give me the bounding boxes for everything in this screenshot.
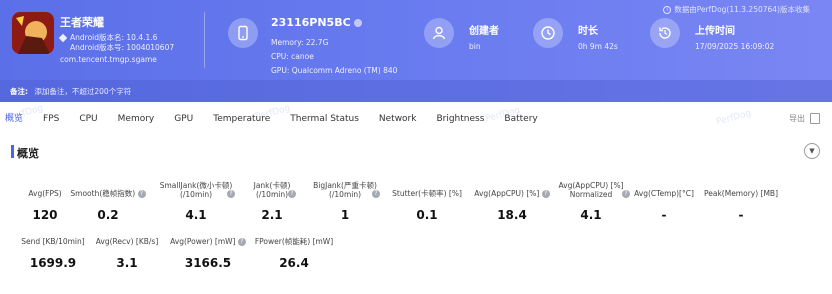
metric-avg-app-cpu-normalized: Avg(AppCPU) [%] Normalized ? 4.1 [552,181,630,225]
metric-avg-fps: Avg(FPS) 120 [20,189,70,225]
metric-avg-ctemp: Avg(CTemp)[°C] - [632,189,696,225]
help-icon[interactable]: ? [622,190,630,198]
tab-memory[interactable]: Memory [108,108,165,130]
metric-value: 3166.5 [184,256,232,270]
help-icon[interactable]: ? [227,190,235,198]
metric-label: Smooth(稳帧指数) [70,189,136,198]
phone-icon [228,18,258,48]
metric-label: Send [KB/10min] [21,237,85,246]
tab-temperature[interactable]: Temperature [203,108,280,130]
metric-fpower: FPower(帧能耗) [mW] 26.4 [254,237,334,273]
metric-label: Peak(Memory) [MB] [703,189,778,198]
collector-text: 数据由PerfDog(11.3.250764)版本收集 [674,5,810,14]
metric-value: 1699.9 [29,256,77,270]
metric-value: 1 [340,208,350,222]
app-package: com.tencent.tmgp.sgame [60,55,157,64]
edit-icon[interactable] [353,18,362,27]
metric-label: Avg(AppCPU) [%] Normalized [558,181,624,199]
metric-smooth: Smooth(稳帧指数) ? 0.2 [68,189,148,225]
metric-value: 2.1 [261,208,283,222]
help-icon[interactable]: ? [137,190,146,198]
tab-cpu[interactable]: CPU [69,108,107,130]
tab-bar: 概览 FPS CPU Memory GPU Temperature Therma… [0,108,832,130]
metric-avg-app-cpu: Avg(AppCPU) [%] ? 18.4 [470,189,554,225]
metric-value: 0.1 [416,208,438,222]
note-input[interactable]: 添加备注，不超过200个字符 [34,87,131,96]
metric-label: Avg(Power) [mW] [170,237,236,246]
metric-peak-memory: Peak(Memory) [MB] - [702,189,780,225]
user-icon [424,18,454,48]
chevron-down-icon: ▼ [809,147,815,155]
duration-value: 0h 9m 42s [578,42,618,51]
metric-avg-power: Avg(Power) [mW] ? 3166.5 [168,237,248,273]
metric-value: 4.1 [185,208,207,222]
collector-info: i 数据由PerfDog(11.3.250764)版本收集 [663,4,810,15]
device-gpu: GPU: Qualcomm Adreno (TM) 840 [271,66,398,75]
metric-value: - [661,208,667,222]
header-divider [204,12,205,68]
metric-value: 26.4 [279,256,309,270]
upload-title: 上传时间 [695,26,735,37]
metric-label: Stutter(卡顿率) [%] [392,189,462,198]
android-version-code: Android版本号: 1004010607 [70,43,175,52]
note-label: 备注: [10,87,28,96]
metric-value: - [738,208,744,222]
metric-stutter: Stutter(卡顿率) [%] 0.1 [389,189,465,225]
metric-label: Avg(FPS) [28,189,62,198]
device-memory: Memory: 22.7G [271,38,329,47]
history-icon [650,18,680,48]
tab-battery[interactable]: Battery [494,108,547,130]
tab-thermal-status[interactable]: Thermal Status [280,108,369,130]
help-icon[interactable]: ? [288,190,296,198]
tab-gpu[interactable]: GPU [164,108,203,130]
metric-label: FPower(帧能耗) [mW] [254,237,334,246]
metric-value: 0.2 [97,208,119,222]
metric-value: 18.4 [497,208,527,222]
metric-label: Avg(CTemp)[°C] [634,189,694,198]
metric-value: 120 [32,208,58,222]
metric-send: Send [KB/10min] 1699.9 [20,237,86,273]
collapse-button[interactable]: ▼ [804,143,820,159]
info-icon: i [663,5,672,14]
metric-big-jank: BigJank(严重卡顿) (/10min) ? 1 [305,181,385,225]
export-label: 导出 [789,114,805,123]
note-bar[interactable]: 备注: 添加备注，不超过200个字符 [0,80,832,102]
tab-network[interactable]: Network [369,108,427,130]
section-title: 概览 [17,147,39,160]
app-name: 王者荣耀 [60,16,104,29]
metric-value: 4.1 [580,208,602,222]
clock-icon [533,18,563,48]
report-header: i 数据由PerfDog(11.3.250764)版本收集 王者荣耀 Andro… [0,0,832,102]
metric-small-jank: SmallJank(微小卡顿) (/10min) ? 4.1 [150,181,242,225]
tab-brightness[interactable]: Brightness [426,108,494,130]
metric-label: Avg(AppCPU) [%] [474,189,540,198]
help-icon[interactable]: ? [541,190,550,198]
creator-title: 创建者 [469,26,499,37]
android-icon [58,33,68,43]
device-cpu: CPU: canoe [271,52,314,61]
metric-label: Avg(Recv) [KB/s] [95,237,159,246]
export-button[interactable]: 导出 [789,113,820,124]
creator-value: bin [469,42,481,51]
tab-fps[interactable]: FPS [33,108,69,130]
help-icon[interactable]: ? [372,190,380,198]
metric-avg-recv: Avg(Recv) [KB/s] 3.1 [94,237,160,273]
upload-value: 17/09/2025 16:09:02 [695,42,775,51]
device-name: 23116PN5BC [271,16,362,29]
device-name-text: 23116PN5BC [271,16,351,29]
section-accent [11,145,14,158]
export-icon [810,113,820,124]
metric-value: 3.1 [116,256,138,270]
tab-overview[interactable]: 概览 [0,108,33,130]
app-icon [12,12,54,54]
duration-title: 时长 [578,26,598,37]
help-icon[interactable]: ? [237,238,246,246]
metric-jank: Jank(卡顿) (/10min) ? 2.1 [246,181,298,225]
